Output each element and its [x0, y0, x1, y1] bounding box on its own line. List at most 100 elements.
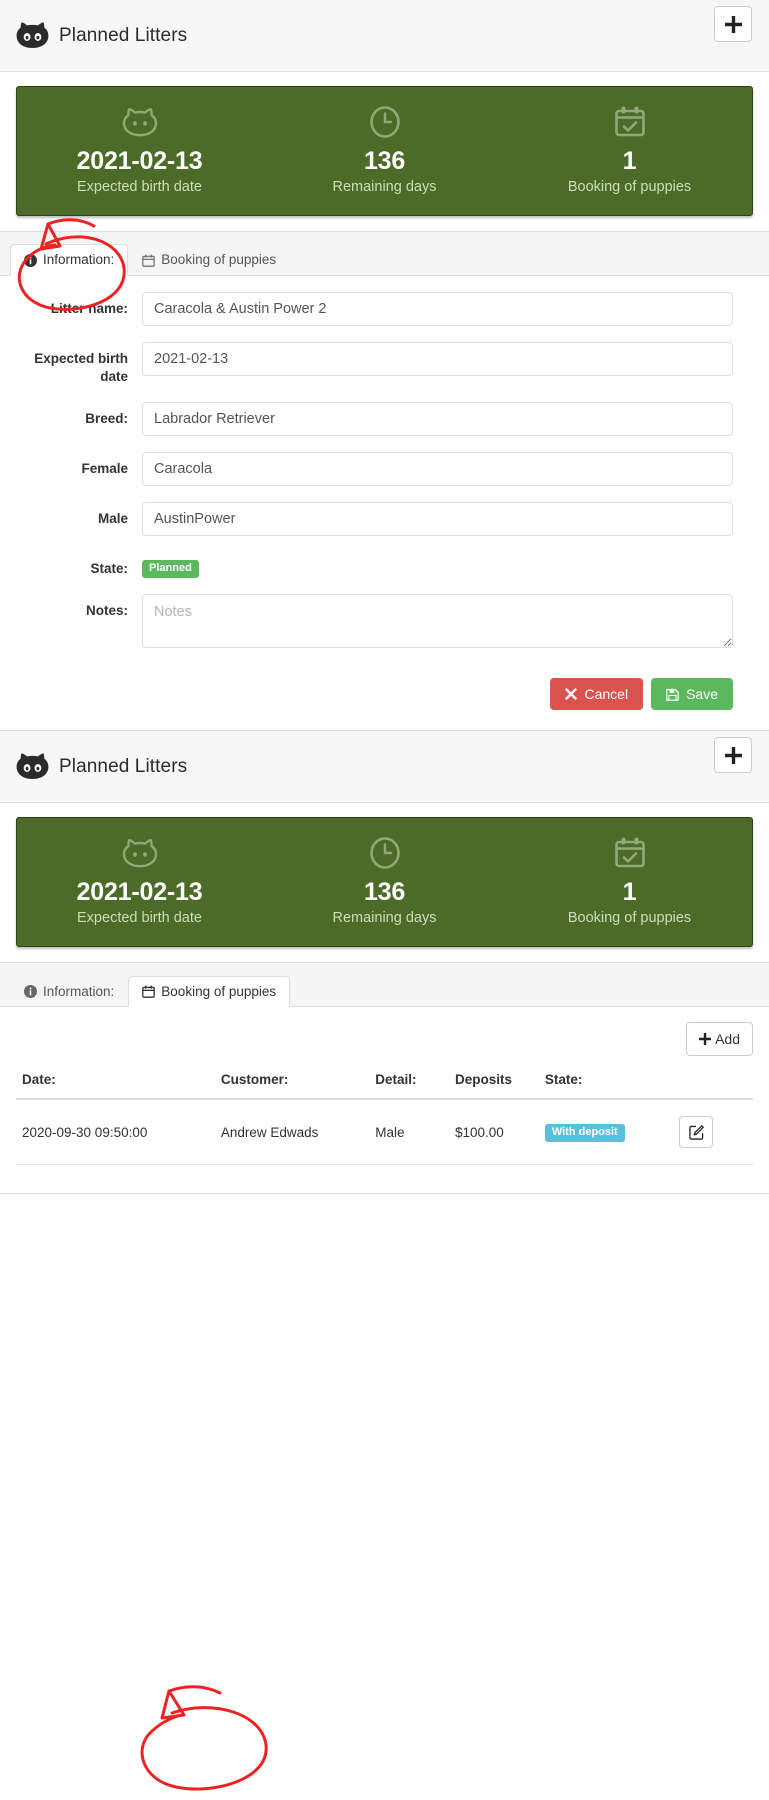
- cell-state: With deposit: [538, 1099, 674, 1166]
- litter-name-input[interactable]: [142, 291, 733, 326]
- stat-booking-of-puppies: 1 Booking of puppies: [507, 834, 752, 926]
- stat-label: Remaining days: [332, 178, 437, 195]
- tab-booking-label: Booking of puppies: [161, 983, 277, 999]
- tab-booking-label: Booking of puppies: [161, 252, 277, 268]
- add-booking-label: Add: [715, 1031, 740, 1048]
- stat-value: 2021-02-13: [76, 147, 203, 175]
- form-row-expected-birth-date: Expected birth date: [16, 341, 733, 386]
- stat-label: Booking of puppies: [567, 910, 692, 927]
- cell-customer: Andrew Edwads: [214, 1099, 370, 1166]
- info-circle-icon: [24, 253, 37, 267]
- booking-tab-body: Add Date: Customer: Detail: Deposits Sta…: [0, 1007, 769, 1194]
- tab-information-label: Information:: [43, 252, 115, 268]
- edit-booking-button[interactable]: [679, 1116, 714, 1149]
- plus-icon: [724, 746, 742, 764]
- table-header-row: Date: Customer: Detail: Deposits State:: [16, 1066, 753, 1101]
- cancel-button[interactable]: Cancel: [550, 678, 644, 711]
- stat-remaining-days: 136 Remaining days: [262, 834, 507, 926]
- tab-strip: Information: Booking of puppies: [0, 231, 769, 276]
- column-header-detail: Detail:: [369, 1066, 450, 1101]
- column-header-state: State:: [538, 1066, 674, 1101]
- octocat-icon: [16, 21, 49, 50]
- form-row-breed: Breed:: [16, 402, 733, 437]
- save-button[interactable]: Save: [651, 678, 733, 711]
- tab-card: Information: Booking of puppies: [0, 962, 769, 1195]
- calendar-icon: [142, 253, 156, 267]
- stats-wrap: 2021-02-13 Expected birth date 136 Remai…: [0, 803, 769, 955]
- information-tab-body: Litter name: Expected birth date Breed: …: [0, 275, 769, 731]
- status-badge: With deposit: [544, 1123, 625, 1142]
- calendar-check-icon: [507, 103, 752, 141]
- page-title: Planned Litters: [59, 24, 188, 46]
- stat-value: 2021-02-13: [76, 878, 203, 907]
- state-label: State:: [90, 561, 128, 577]
- cell-deposits: $100.00: [449, 1099, 539, 1166]
- annotation-booking-tab: [140, 1685, 268, 1791]
- stat-value: 136: [363, 878, 406, 907]
- cell-detail: Male: [369, 1099, 450, 1166]
- tab-information[interactable]: Information:: [10, 244, 129, 276]
- floppy-disk-icon: [666, 688, 679, 701]
- tab-booking-of-puppies[interactable]: Booking of puppies: [128, 975, 291, 1008]
- app-panel-booking: Planned Litters 2021-02-13 Expected birt…: [0, 731, 769, 1791]
- breed-input[interactable]: [142, 402, 733, 437]
- plus-icon: [724, 15, 742, 33]
- cancel-button-label: Cancel: [584, 686, 629, 703]
- column-header-actions: [673, 1066, 753, 1101]
- tab-information[interactable]: Information:: [10, 976, 128, 1008]
- calendar-icon: [142, 985, 156, 998]
- pencil-square-icon: [689, 1124, 704, 1140]
- tab-card: Information: Booking of puppies: [0, 230, 769, 732]
- form-row-female: Female: [16, 452, 733, 487]
- stat-label: Expected birth date: [77, 910, 202, 927]
- stats-wrap: 2021-02-13 Expected birth date 136 Remai…: [0, 72, 769, 224]
- stat-expected-birth-date: 2021-02-13 Expected birth date: [17, 103, 262, 195]
- male-input[interactable]: [142, 502, 733, 537]
- info-circle-icon: [24, 984, 37, 998]
- save-button-label: Save: [686, 686, 718, 703]
- screen: Planned Litters 2021-02-13 Expected birt…: [0, 0, 769, 1791]
- expected-birth-date-label: Expected birth date: [34, 350, 128, 384]
- female-input[interactable]: [142, 452, 733, 487]
- add-litter-button[interactable]: [714, 6, 752, 42]
- bookings-table-body: 2020-09-30 09:50:00 Andrew Edwads Male $…: [16, 1099, 753, 1166]
- form-row-state: State: Planned: [16, 552, 733, 579]
- times-icon: [565, 688, 578, 701]
- status-badge: Planned: [142, 560, 199, 579]
- add-litter-button[interactable]: [714, 737, 752, 774]
- booking-toolbar: Add: [16, 1019, 753, 1066]
- cell-actions: [673, 1099, 753, 1166]
- dog-face-icon: [17, 103, 262, 141]
- stat-label: Remaining days: [332, 910, 437, 927]
- form-actions: Cancel Save: [16, 664, 733, 711]
- stat-booking-of-puppies: 1 Booking of puppies: [507, 103, 752, 195]
- bookings-table-head: Date: Customer: Detail: Deposits State:: [16, 1066, 753, 1101]
- breed-label: Breed:: [85, 411, 128, 427]
- app-panel-information: Planned Litters 2021-02-13 Expected birt…: [0, 0, 769, 732]
- header-left: Planned Litters: [16, 21, 188, 50]
- calendar-check-icon: [507, 834, 752, 872]
- expected-birth-date-input[interactable]: [142, 341, 733, 376]
- plus-icon: [699, 1033, 712, 1046]
- page-header: Planned Litters: [0, 0, 769, 72]
- add-booking-button[interactable]: Add: [686, 1022, 753, 1057]
- tab-strip: Information: Booking of puppies: [0, 963, 769, 1008]
- clock-icon: [262, 103, 507, 141]
- column-header-date: Date:: [16, 1066, 215, 1101]
- clock-icon: [262, 834, 507, 872]
- stat-value: 1: [622, 147, 637, 175]
- stat-value: 136: [363, 147, 406, 175]
- stat-value: 1: [622, 878, 637, 907]
- form-row-male: Male: [16, 502, 733, 537]
- column-header-deposits: Deposits: [449, 1066, 539, 1101]
- stat-expected-birth-date: 2021-02-13 Expected birth date: [17, 834, 262, 926]
- stat-remaining-days: 136 Remaining days: [262, 103, 507, 195]
- page-header: Planned Litters: [0, 731, 769, 804]
- notes-textarea[interactable]: [142, 594, 733, 649]
- male-label: Male: [97, 511, 128, 527]
- litter-name-label: Litter name:: [50, 300, 128, 316]
- tab-booking-of-puppies[interactable]: Booking of puppies: [128, 244, 290, 276]
- stat-label: Booking of puppies: [567, 178, 692, 195]
- notes-label: Notes:: [85, 603, 128, 619]
- female-label: Female: [81, 461, 128, 477]
